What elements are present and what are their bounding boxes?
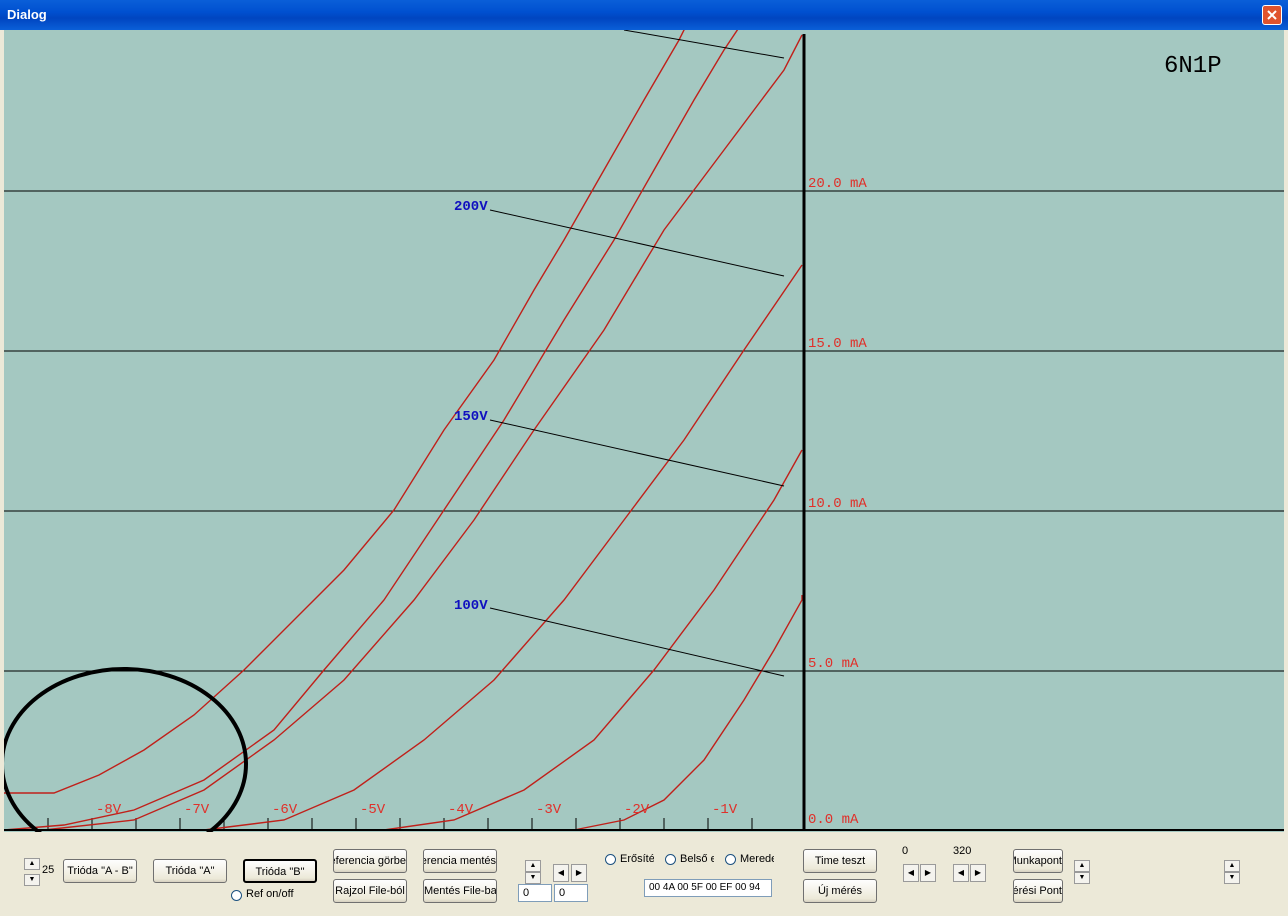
curve-vg-2 [203,264,803,831]
meresi-pont-button[interactable]: Mérési Pont [1013,879,1063,903]
spin2-up-button[interactable]: ▲ [525,860,541,872]
characteristic-plot: 6N1P 20.0 mA 15.0 mA 10.0 mA 5.0 mA 0.0 … [4,30,1284,832]
plot-canvas: 6N1P 20.0 mA 15.0 mA 10.0 mA 5.0 mA 0.0 … [4,30,1284,832]
dialog-window: Dialog 6N1P 20.0 mA 15.0 mA 10.0 mA 5.0 … [0,0,1288,916]
right-arrow-button-3[interactable]: ▶ [970,864,986,882]
window-title: Dialog [7,7,47,22]
spin4-up-button[interactable]: ▲ [1224,860,1240,872]
referencia-gorbe-button[interactable]: Referencia görbe [333,849,407,873]
meredekseg-radio[interactable] [725,854,736,865]
spin-down-button[interactable]: ▼ [24,874,40,886]
grid-voltage-label: -6V [272,802,298,818]
tube-name-label: 6N1P [1164,53,1222,80]
value-field-1[interactable]: 0 [518,884,552,902]
grid-voltage-label: -2V [624,802,650,818]
spin2-down-button[interactable]: ▼ [525,872,541,884]
grid-voltage-label: -1V [712,802,738,818]
right-arrow-button-2[interactable]: ▶ [920,864,936,882]
spin-value: 25 [42,864,55,876]
mentes-file-button[interactable]: Mentés File-ba [423,879,497,903]
time-teszt-button[interactable]: Time teszt [803,849,877,873]
curve-vg-5 [4,30,685,794]
control-panel: ▲ ▼ 25 Trióda "A - B" Trióda "A" Trióda … [0,832,1288,916]
trioda-b-button[interactable]: Trióda "B" [243,859,317,883]
ref-onoff-radio[interactable] [231,890,242,901]
grid-voltage-label: -5V [360,802,386,818]
spin3-up-button[interactable]: ▲ [1074,860,1090,872]
close-icon [1267,10,1277,20]
current-label-5: 5.0 mA [808,656,859,672]
value-field-2[interactable]: 0 [554,884,588,902]
spin3-down-button[interactable]: ▼ [1074,872,1090,884]
anode-voltage-label-100: 100V [454,598,488,614]
current-label-10: 10.0 mA [808,496,867,512]
highlight-circle [4,667,248,832]
left-arrow-button-3[interactable]: ◀ [953,864,969,882]
munkapont-button[interactable]: Munkapont [1013,849,1063,873]
belso-ellenallas-label: Belső ellenállás [680,853,714,865]
meredekseg-label: Meredekség [740,853,774,865]
trioda-ab-button[interactable]: Trióda "A - B" [63,859,137,883]
spin-up-button[interactable]: ▲ [24,858,40,870]
title-bar[interactable]: Dialog [0,0,1288,30]
current-label-0: 0.0 mA [808,812,859,828]
erosites-label: Erősítés [620,853,654,865]
erosites-radio[interactable] [605,854,616,865]
close-button[interactable] [1262,5,1282,25]
current-label-15: 15.0 mA [808,336,867,352]
value-zero-label: 0 [902,845,909,857]
hex-data-field[interactable]: 00 4A 00 5F 00 EF 00 94 [644,879,772,897]
ref-onoff-label: Ref on/off [246,888,294,900]
grid-voltage-label: -8V [96,802,122,818]
left-arrow-button-2[interactable]: ◀ [903,864,919,882]
grid-voltage-label: -3V [536,802,562,818]
anode-voltage-label-200: 200V [454,199,488,215]
grid-voltage-label: -4V [448,802,474,818]
belso-ellenallas-radio[interactable] [665,854,676,865]
value-320-label: 320 [953,845,972,857]
left-arrow-button[interactable]: ◀ [553,864,569,882]
right-arrow-button[interactable]: ▶ [571,864,587,882]
grid-voltage-label: -7V [184,802,210,818]
uj-meres-button[interactable]: Új mérés [803,879,877,903]
referencia-mentes-button[interactable]: Referencia mentés [423,849,497,873]
rajzol-file-button[interactable]: Rajzol File-ból [333,879,407,903]
anode-curves [4,30,803,831]
anode-voltage-lines [489,30,785,677]
trioda-a-button[interactable]: Trióda "A" [153,859,227,883]
current-label-20: 20.0 mA [808,176,867,192]
spin4-down-button[interactable]: ▼ [1224,872,1240,884]
curve-vg-4 [4,30,739,831]
curve-vg-0 [573,595,803,831]
anode-voltage-label-150: 150V [454,409,488,425]
